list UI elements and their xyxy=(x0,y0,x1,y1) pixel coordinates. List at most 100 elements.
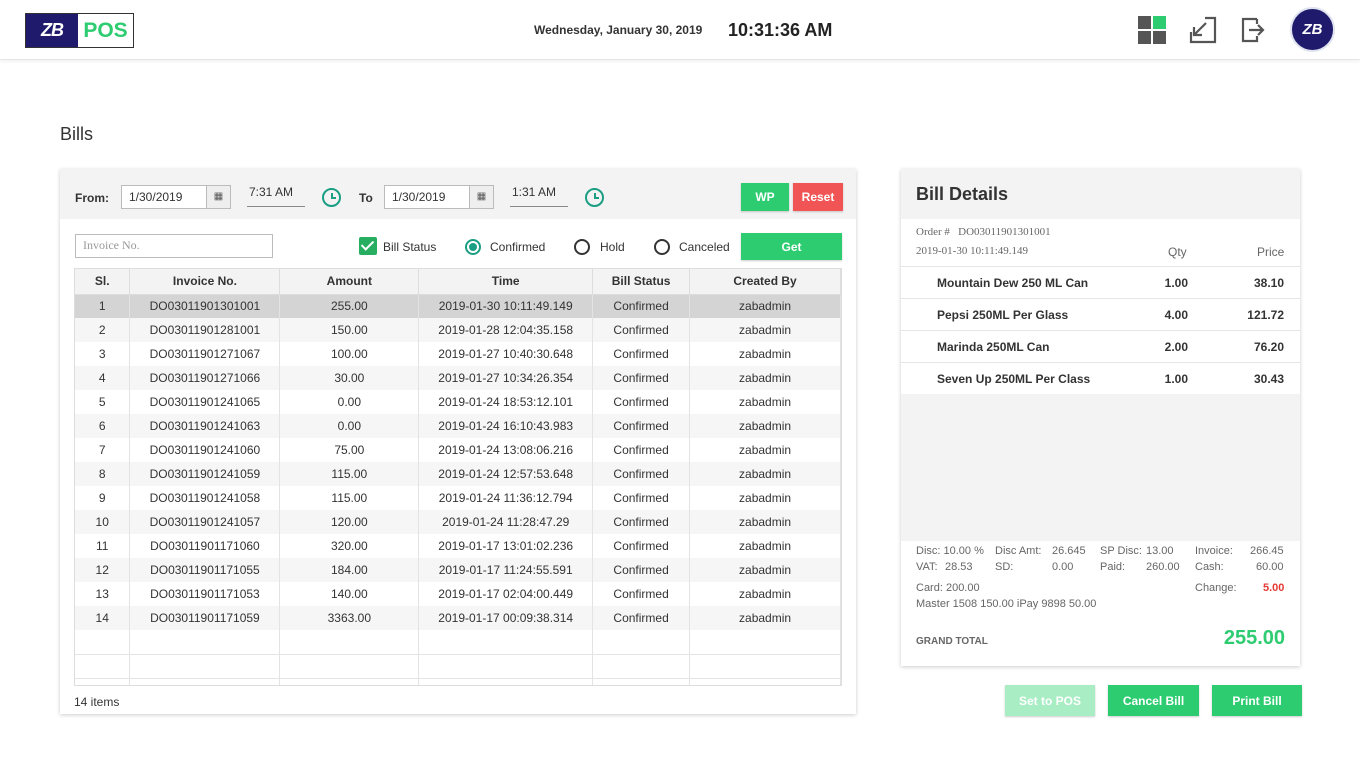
cell-sl: 12 xyxy=(75,558,131,582)
empty-cell xyxy=(592,630,691,655)
bill-status-checkbox[interactable] xyxy=(359,237,377,255)
cell-invoice: DO03011901171059 xyxy=(129,606,281,630)
clock-icon[interactable] xyxy=(322,188,341,207)
vat-label: VAT: xyxy=(916,561,938,573)
cell-amount: 115.00 xyxy=(279,462,420,486)
cell-invoice: DO03011901241058 xyxy=(129,486,281,510)
cell-time: 2019-01-24 11:36:12.794 xyxy=(418,486,594,510)
table-header-row: Sl. Invoice No. Amount Time Bill Status … xyxy=(75,269,841,295)
column-header-created-by[interactable]: Created By xyxy=(689,269,841,295)
column-header-time[interactable]: Time xyxy=(418,269,594,295)
table-row[interactable]: 10 DO03011901241057 120.00 2019-01-24 11:28… xyxy=(75,510,841,534)
cell-created-by: zabadmin xyxy=(689,342,841,366)
sd-label: SD: xyxy=(995,561,1014,573)
cell-amount: 320.00 xyxy=(279,534,420,558)
cell-sl: 2 xyxy=(75,318,131,342)
bill-item-name: Marinda 250ML Can xyxy=(937,340,1050,354)
to-date-input[interactable]: 1/30/2019 ▦ xyxy=(384,185,494,209)
cell-invoice: DO03011901171055 xyxy=(129,558,281,582)
table-row[interactable]: 9 DO03011901241058 115.00 2019-01-24 11:36:… xyxy=(75,486,841,510)
bill-items-empty-area xyxy=(901,394,1300,541)
cell-sl: 3 xyxy=(75,342,131,366)
clock-icon[interactable] xyxy=(585,188,604,207)
cell-amount: 75.00 xyxy=(279,438,420,462)
user-avatar[interactable]: ZB xyxy=(1290,7,1335,52)
table-row[interactable]: 13 DO03011901171053 140.00 2019-01-17 02:04… xyxy=(75,582,841,606)
cell-amount: 255.00 xyxy=(279,294,420,318)
wp-button[interactable]: WP xyxy=(741,183,789,211)
column-header-bill-status[interactable]: Bill Status xyxy=(592,269,691,295)
dashboard-grid-icon[interactable] xyxy=(1137,15,1167,45)
table-row[interactable]: 5 DO03011901241065 0.00 2019-01-24 18:53:12… xyxy=(75,390,841,414)
header-actions xyxy=(1137,14,1290,46)
bill-item-row[interactable]: Marinda 250ML Can 2.00 76.20 xyxy=(901,330,1300,362)
bill-item-price: 121.72 xyxy=(1247,308,1284,322)
to-time-input[interactable]: 1:31 AM xyxy=(510,185,568,207)
cell-sl: 1 xyxy=(75,294,131,318)
get-button[interactable]: Get xyxy=(741,233,842,260)
bill-item-name: Pepsi 250ML Per Glass xyxy=(937,308,1069,322)
bill-item-row[interactable]: Mountain Dew 250 ML Can 1.00 38.10 xyxy=(901,266,1300,298)
cell-time: 2019-01-17 00:09:38.314 xyxy=(418,606,594,630)
cell-time: 2019-01-24 18:53:12.101 xyxy=(418,390,594,414)
cell-amount: 150.00 xyxy=(279,318,420,342)
radio-canceled-label: Canceled xyxy=(679,240,730,254)
empty-cell xyxy=(129,654,281,679)
calendar-icon[interactable]: ▦ xyxy=(206,186,230,208)
table-row[interactable]: 12 DO03011901171055 184.00 2019-01-17 11:24… xyxy=(75,558,841,582)
cell-time: 2019-01-30 10:11:49.149 xyxy=(418,294,594,318)
bill-item-name: Mountain Dew 250 ML Can xyxy=(937,276,1089,290)
cell-invoice: DO03011901241065 xyxy=(129,390,281,414)
column-header-invoice[interactable]: Invoice No. xyxy=(129,269,281,295)
set-to-pos-button[interactable]: Set to POS xyxy=(1005,685,1095,716)
column-header-amount[interactable]: Amount xyxy=(279,269,420,295)
from-date-input[interactable]: 1/30/2019 ▦ xyxy=(121,185,231,209)
sp-disc-label: SP Disc: xyxy=(1100,545,1142,557)
cell-amount: 115.00 xyxy=(279,486,420,510)
cell-bill-status: Confirmed xyxy=(592,342,691,366)
table-row[interactable]: 4 DO03011901271066 30.00 2019-01-27 10:34:2… xyxy=(75,366,841,390)
disc-amt-value: 26.645 xyxy=(1052,545,1086,557)
table-row[interactable]: 7 DO03011901241060 75.00 2019-01-24 13:08:0… xyxy=(75,438,841,462)
bill-details-panel: Bill Details Order # DO03011901301001 20… xyxy=(901,169,1300,666)
cell-time: 2019-01-24 13:08:06.216 xyxy=(418,438,594,462)
bill-item-price: 30.43 xyxy=(1253,372,1284,386)
table-row[interactable]: 14 DO03011901171059 3363.00 2019-01-17 00:0… xyxy=(75,606,841,630)
from-time-input[interactable]: 7:31 AM xyxy=(247,185,305,207)
empty-row xyxy=(75,678,841,685)
empty-cell xyxy=(129,678,281,685)
cell-invoice: DO03011901171053 xyxy=(129,582,281,606)
table-row[interactable]: 1 DO03011901301001 255.00 2019-01-30 10:11:… xyxy=(75,294,841,318)
logout-icon[interactable] xyxy=(1239,15,1269,45)
table-row[interactable]: 6 DO03011901241063 0.00 2019-01-24 16:10:43… xyxy=(75,414,841,438)
table-row[interactable]: 3 DO03011901271067 100.00 2019-01-27 10:40:… xyxy=(75,342,841,366)
invoice-search-input[interactable]: Invoice No. xyxy=(75,234,273,258)
table-row[interactable]: 8 DO03011901241059 115.00 2019-01-24 12:57:… xyxy=(75,462,841,486)
header-date: Wednesday, January 30, 2019 xyxy=(534,23,703,37)
cell-invoice: DO03011901241059 xyxy=(129,462,281,486)
radio-hold[interactable] xyxy=(574,239,590,255)
cell-created-by: zabadmin xyxy=(689,294,841,318)
cell-time: 2019-01-17 02:04:00.449 xyxy=(418,582,594,606)
bill-details-header: Bill Details xyxy=(901,169,1300,219)
cancel-bill-button[interactable]: Cancel Bill xyxy=(1108,685,1199,716)
bill-item-price: 38.10 xyxy=(1253,276,1284,290)
minimize-icon[interactable] xyxy=(1188,15,1218,45)
grand-total-label: GRAND TOTAL xyxy=(916,636,988,647)
bill-item-row[interactable]: Seven Up 250ML Per Class 1.00 30.43 xyxy=(901,362,1300,394)
radio-confirmed[interactable] xyxy=(465,239,481,255)
print-bill-button[interactable]: Print Bill xyxy=(1212,685,1302,716)
calendar-icon[interactable]: ▦ xyxy=(469,186,493,208)
app-logo[interactable]: ZB POS xyxy=(25,13,134,48)
cell-bill-status: Confirmed xyxy=(592,582,691,606)
table-row[interactable]: 2 DO03011901281001 150.00 2019-01-28 12:04:… xyxy=(75,318,841,342)
column-header-sl[interactable]: Sl. xyxy=(75,269,131,295)
bill-item-row[interactable]: Pepsi 250ML Per Glass 4.00 121.72 xyxy=(901,298,1300,330)
table-row[interactable]: 11 DO03011901171060 320.00 2019-01-17 13:01… xyxy=(75,534,841,558)
cell-sl: 4 xyxy=(75,366,131,390)
radio-hold-label: Hold xyxy=(600,240,625,254)
cell-sl: 6 xyxy=(75,414,131,438)
radio-canceled[interactable] xyxy=(654,239,670,255)
reset-button[interactable]: Reset xyxy=(793,183,843,211)
price-column-header: Price xyxy=(1257,245,1285,259)
